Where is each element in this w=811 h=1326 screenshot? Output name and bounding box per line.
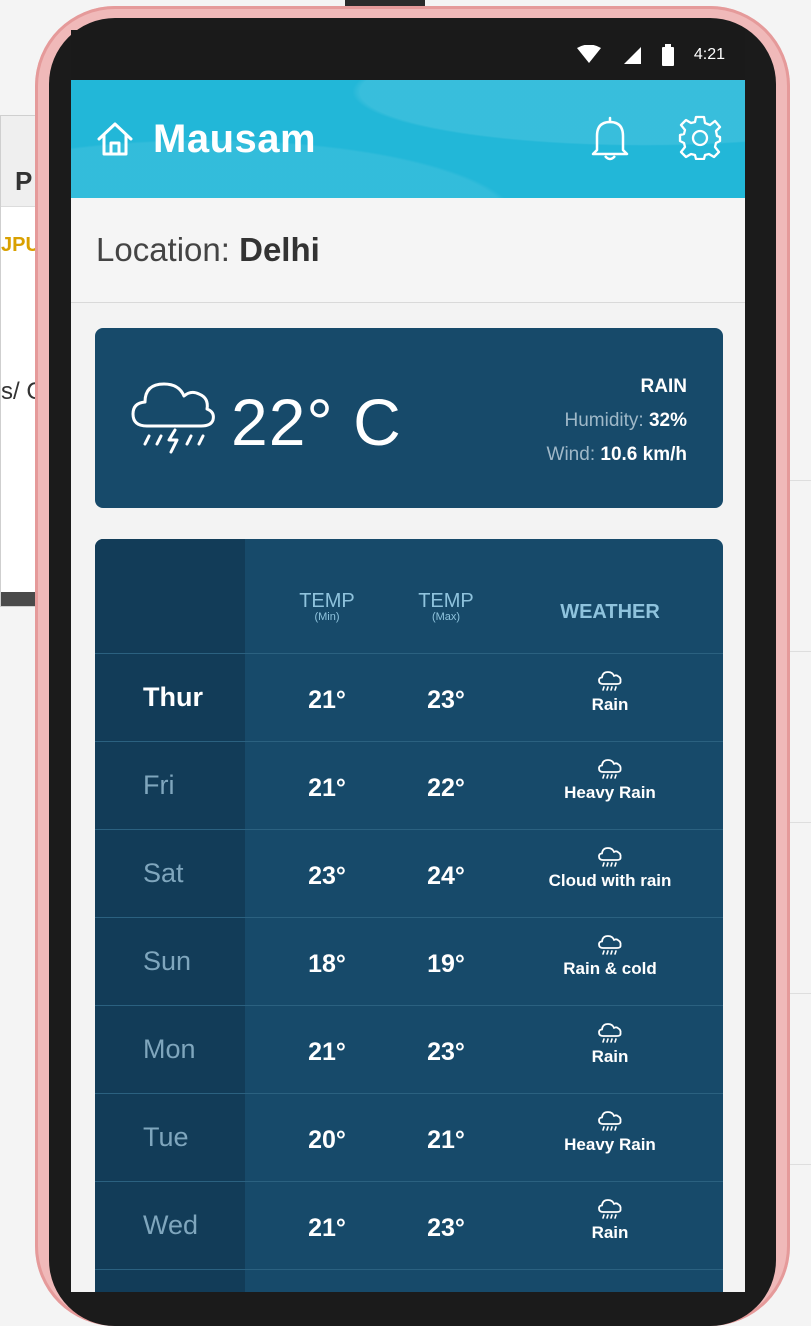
forecast-row: Sat 23° 24° Cloud with rain <box>95 830 723 918</box>
header-temp-max-label: TEMP <box>418 590 474 612</box>
forecast-temp-min: 21° <box>308 774 346 802</box>
rain-cloud-small-icon <box>598 1023 622 1043</box>
phone-screen: 4:21 Mausam Location: Delhi 22° C RAIN H… <box>71 30 745 1292</box>
rain-cloud-small-icon <box>598 759 622 779</box>
forecast-row: Tue 20° 21° Heavy Rain <box>95 1094 723 1182</box>
forecast-table: TEMP (Min) TEMP (Max) WEATHER Thur 21° 23°… <box>95 539 723 1292</box>
forecast-temp-min: 21° <box>308 1038 346 1066</box>
humidity-label: Humidity: <box>564 410 644 431</box>
forecast-weather-label: Heavy Rain <box>564 1135 656 1154</box>
forecast-temp-min: 18° <box>308 950 346 978</box>
forecast-weather-label: Rain & cold <box>563 959 657 978</box>
rain-cloud-small-icon <box>598 1111 622 1131</box>
rain-cloud-small-icon <box>598 847 622 867</box>
forecast-weather: Rain & cold <box>525 934 695 979</box>
status-bar: 4:21 <box>71 30 745 80</box>
forecast-temp-min: 23° <box>308 862 346 890</box>
forecast-temp-max: 23° <box>427 686 465 714</box>
rain-cloud-small-icon <box>598 935 622 955</box>
forecast-temp-max: 23° <box>427 1214 465 1242</box>
header-min-note: (Min) <box>314 611 340 623</box>
current-details: RAIN Humidity: 32% Wind: 10.6 km/h <box>547 370 687 472</box>
forecast-weather-label: Heavy Rain <box>564 783 656 802</box>
forecast-temp-max: 21° <box>427 1126 465 1154</box>
current-weather-card: 22° C RAIN Humidity: 32% Wind: 10.6 km/h <box>95 328 723 508</box>
wind-label: Wind: <box>546 444 596 465</box>
forecast-row: Wed 21° 23° Rain <box>95 1182 723 1270</box>
header-temp-min: TEMP (Min) <box>282 591 372 623</box>
humidity-value: 32% <box>648 410 687 431</box>
header-temp-min-label: TEMP <box>299 590 355 612</box>
status-time: 4:21 <box>693 46 725 63</box>
wind-row: Wind: 10.6 km/h <box>547 438 687 472</box>
rain-cloud-small-icon <box>598 671 622 691</box>
wind-value: 10.6 km/h <box>600 444 687 465</box>
forecast-weather-label: Rain <box>591 1047 629 1066</box>
forecast-header: TEMP (Min) TEMP (Max) WEATHER <box>95 539 723 654</box>
forecast-row: Sun 18° 19° Rain & cold <box>95 918 723 1006</box>
forecast-weather-label: Rain <box>591 1223 629 1242</box>
forecast-temp-max: 19° <box>427 950 465 978</box>
forecast-weather: Heavy Rain <box>525 758 695 803</box>
rain-cloud-icon <box>131 382 215 454</box>
forecast-day: Sat <box>143 858 184 888</box>
location-label: Location: <box>96 231 230 268</box>
app-header: Mausam <box>71 80 745 198</box>
forecast-temp-min: 21° <box>308 686 346 714</box>
forecast-row: Mon 21° 23° Rain <box>95 1006 723 1094</box>
gear-icon[interactable] <box>677 114 723 160</box>
forecast-day: Mon <box>143 1034 196 1064</box>
location-value: Delhi <box>239 231 320 268</box>
location-row: Location: Delhi <box>71 198 745 303</box>
forecast-weather: Rain <box>525 1198 695 1243</box>
forecast-weather-label: Rain <box>591 695 629 714</box>
current-temperature: 22° C <box>231 385 402 459</box>
humidity-row: Humidity: 32% <box>547 404 688 438</box>
forecast-temp-min: 21° <box>308 1214 346 1242</box>
home-icon[interactable] <box>95 120 135 158</box>
battery-icon <box>661 44 674 66</box>
rain-cloud-small-icon <box>598 1199 622 1219</box>
header-actions <box>589 114 723 162</box>
header-temp-max: TEMP (Max) <box>401 591 491 623</box>
forecast-day: Sun <box>143 946 192 976</box>
current-condition: RAIN <box>640 376 687 397</box>
signal-icon <box>623 47 641 64</box>
forecast-weather: Rain <box>525 670 695 715</box>
header-max-note: (Max) <box>431 611 461 623</box>
forecast-day: Thur <box>143 682 203 712</box>
forecast-temp-min: 20° <box>308 1126 346 1154</box>
forecast-day: Fri <box>143 770 175 800</box>
forecast-weather: Rain <box>525 1022 695 1067</box>
bell-icon[interactable] <box>589 114 631 162</box>
forecast-temp-max: 23° <box>427 1038 465 1066</box>
app-title: Mausam <box>153 116 317 161</box>
forecast-row: Thur 21° 23° Rain <box>95 654 723 742</box>
forecast-rows: Thur 21° 23° Rain Fri 21° 22° Heavy Rain Sat 23° 2… <box>95 654 723 1270</box>
forecast-day: Tue <box>143 1122 189 1152</box>
forecast-temp-max: 24° <box>427 862 465 890</box>
forecast-weather-label: Cloud with rain <box>548 871 672 890</box>
header-weather: WEATHER <box>560 601 660 623</box>
forecast-weather: Cloud with rain <box>525 846 695 891</box>
background-window-letter: P <box>15 166 33 196</box>
wifi-icon <box>576 45 601 63</box>
forecast-day: Wed <box>143 1210 199 1240</box>
forecast-weather: Heavy Rain <box>525 1110 695 1155</box>
forecast-row: Fri 21° 22° Heavy Rain <box>95 742 723 830</box>
forecast-temp-max: 22° <box>427 774 465 802</box>
